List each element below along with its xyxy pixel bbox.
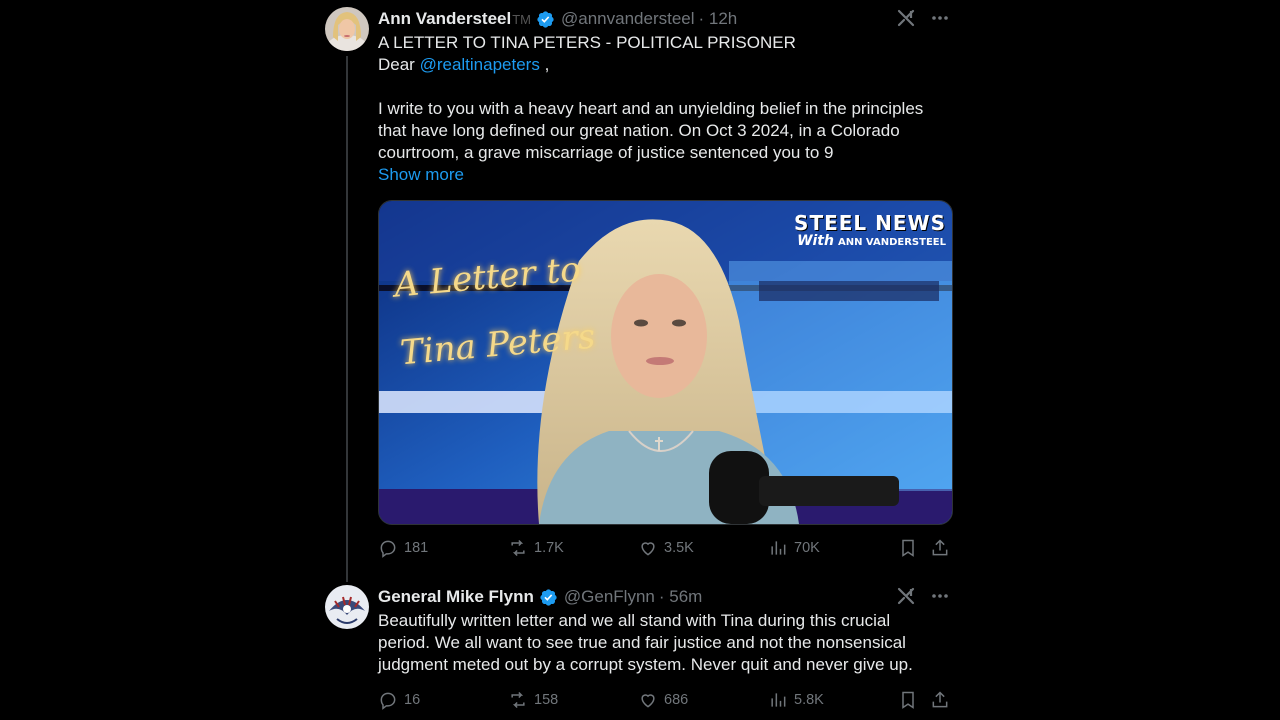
tweet-header: Ann Vandersteel TM @annvandersteel · 12h [378,7,737,31]
tweet-header: General Mike Flynn @GenFlynn · 56m [378,585,702,609]
body-line: Beautifully written letter and we all st… [378,611,891,630]
show-more-link[interactable]: Show more [378,164,958,186]
tweet-title-line: A LETTER TO TINA PETERS - POLITICAL PRIS… [378,33,796,52]
bookmark-icon [898,690,918,710]
author-avatar[interactable] [325,7,369,51]
reply-icon [378,538,398,558]
more-icon[interactable] [930,8,950,33]
views-button[interactable]: 5.8K [768,690,824,710]
thread-connector-line [346,56,348,582]
author-name[interactable]: Ann Vandersteel [378,9,511,29]
views-icon [768,690,788,710]
greeting-prefix: Dear [378,55,420,74]
repost-button[interactable]: 158 [508,690,558,710]
tweet-body: Beautifully written letter and we all st… [378,610,958,676]
repost-count: 158 [534,692,559,708]
more-icon[interactable] [930,586,950,611]
bookmark-button[interactable] [898,538,918,558]
share-icon [930,538,950,558]
grok-icon[interactable] [896,586,916,611]
verified-badge-icon [539,588,558,607]
reply-count: 181 [404,540,429,556]
repost-icon [508,538,528,558]
video-thumbnail[interactable]: A Letter to Tina Peters STEEL NEWS With A… [378,200,953,525]
views-button[interactable]: 70K [768,538,820,558]
reply-button[interactable]: 16 [378,690,420,710]
tweet-top-actions [896,586,950,611]
greeting-line: Dear @realtinapeters , [378,54,958,76]
like-count: 686 [664,692,689,708]
video-overlay-title: A Letter to Tina Peters [391,231,598,391]
grok-icon[interactable] [896,8,916,33]
views-icon [768,538,788,558]
logo-with: With [797,233,834,249]
like-count: 3.5K [664,540,694,556]
author-handle[interactable]: @GenFlynn [564,587,655,607]
tweet-actions: 16 158 686 5.8K [378,688,950,712]
like-icon [638,690,658,710]
body-line: courtroom, a grave miscarriage of justic… [378,143,834,162]
bookmark-button[interactable] [898,690,918,710]
logo-line-1: STEEL NEWS [794,211,946,235]
author-name-suffix: TM [512,11,531,27]
body-line: period. We all want to see true and fair… [378,633,906,652]
share-icon [930,690,950,710]
like-button[interactable]: 686 [638,690,688,710]
reply-icon [378,690,398,710]
repost-icon [508,690,528,710]
body-line: I write to you with a heavy heart and an… [378,99,924,118]
author-name[interactable]: General Mike Flynn [378,587,534,607]
tweet-body: A LETTER TO TINA PETERS - POLITICAL PRIS… [378,32,958,186]
repost-button[interactable]: 1.7K [508,538,564,558]
post-time[interactable]: · 56m [659,587,702,607]
greeting-suffix: , [539,55,550,74]
post-time[interactable]: · 12h [699,9,738,29]
reply-count: 16 [404,692,421,708]
like-button[interactable]: 3.5K [638,538,694,558]
logo-line-2: ANN VANDERSTEEL [837,237,946,248]
reply-button[interactable]: 181 [378,538,428,558]
views-count: 5.8K [794,692,824,708]
views-count: 70K [794,540,820,556]
author-avatar[interactable] [325,585,369,629]
verified-badge-icon [536,10,555,29]
share-button[interactable] [930,690,950,710]
steel-news-logo: STEEL NEWS With ANN VANDERSTEEL [794,211,946,249]
repost-count: 1.7K [534,540,564,556]
mention-link[interactable]: @realtinapeters [420,55,540,74]
tweet-top-actions [896,8,950,33]
bookmark-icon [898,538,918,558]
author-handle[interactable]: @annvandersteel [561,9,695,29]
body-line: that have long defined our great nation.… [378,121,900,140]
share-button[interactable] [930,538,950,558]
like-icon [638,538,658,558]
body-line: judgment meted out by a corrupt system. … [378,655,913,674]
tweet-actions: 181 1.7K 3.5K 70K [378,536,950,560]
